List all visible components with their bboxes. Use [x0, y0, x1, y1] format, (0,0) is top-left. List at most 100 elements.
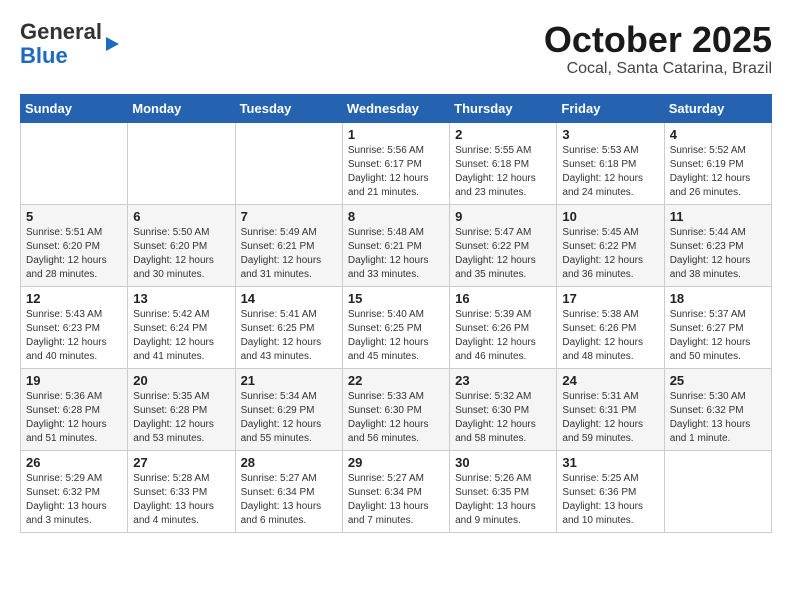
day-number: 15: [348, 291, 444, 306]
title-area: October 2025 Cocal, Santa Catarina, Braz…: [544, 20, 772, 78]
calendar-cell: 3 Sunrise: 5:53 AM Sunset: 6:18 PM Daylig…: [557, 122, 664, 204]
day-info: Sunrise: 5:35 AM Sunset: 6:28 PM Dayligh…: [133, 390, 229, 446]
day-info: Sunrise: 5:28 AM Sunset: 6:33 PM Dayligh…: [133, 472, 229, 528]
day-info: Sunrise: 5:34 AM Sunset: 6:29 PM Dayligh…: [241, 390, 337, 446]
day-info: Sunrise: 5:45 AM Sunset: 6:22 PM Dayligh…: [562, 226, 658, 282]
day-number: 16: [455, 291, 551, 306]
calendar-cell: 19 Sunrise: 5:36 AM Sunset: 6:28 PM Dayli…: [21, 368, 128, 450]
day-number: 9: [455, 209, 551, 224]
day-info: Sunrise: 5:27 AM Sunset: 6:34 PM Dayligh…: [348, 472, 444, 528]
day-info: Sunrise: 5:53 AM Sunset: 6:18 PM Dayligh…: [562, 144, 658, 200]
week-row-1: 1 Sunrise: 5:56 AM Sunset: 6:17 PM Daylig…: [21, 122, 772, 204]
calendar-cell: 12 Sunrise: 5:43 AM Sunset: 6:23 PM Dayli…: [21, 286, 128, 368]
day-number: 1: [348, 127, 444, 142]
calendar-cell: 29 Sunrise: 5:27 AM Sunset: 6:34 PM Dayli…: [342, 450, 449, 532]
day-number: 13: [133, 291, 229, 306]
day-number: 11: [670, 209, 766, 224]
calendar-cell: 26Sunrise: 5:29 AM Sunset: 6:32 PM Dayli…: [21, 450, 128, 532]
day-info: Sunrise: 5:29 AM Sunset: 6:32 PM Dayligh…: [26, 472, 122, 528]
day-number: 10: [562, 209, 658, 224]
day-number: 22: [348, 373, 444, 388]
day-number: 3: [562, 127, 658, 142]
calendar-cell: 18 Sunrise: 5:37 AM Sunset: 6:27 PM Dayli…: [664, 286, 771, 368]
day-info: Sunrise: 5:30 AM Sunset: 6:32 PM Dayligh…: [670, 390, 766, 446]
day-info: Sunrise: 5:44 AM Sunset: 6:23 PM Dayligh…: [670, 226, 766, 282]
week-row-5: 26Sunrise: 5:29 AM Sunset: 6:32 PM Dayli…: [21, 450, 772, 532]
day-number: 6: [133, 209, 229, 224]
weekday-header-wednesday: Wednesday: [342, 94, 449, 122]
calendar-cell: 30 Sunrise: 5:26 AM Sunset: 6:35 PM Dayli…: [450, 450, 557, 532]
day-number: 5: [26, 209, 122, 224]
logo-arrow-icon: [106, 37, 119, 51]
day-number: 29: [348, 455, 444, 470]
day-info: Sunrise: 5:41 AM Sunset: 6:25 PM Dayligh…: [241, 308, 337, 364]
calendar-cell: 2 Sunrise: 5:55 AM Sunset: 6:18 PM Daylig…: [450, 122, 557, 204]
calendar-cell: 24Sunrise: 5:31 AM Sunset: 6:31 PM Dayli…: [557, 368, 664, 450]
day-number: 19: [26, 373, 122, 388]
day-info: Sunrise: 5:56 AM Sunset: 6:17 PM Dayligh…: [348, 144, 444, 200]
header: General Blue October 2025 Cocal, Santa C…: [20, 20, 772, 78]
logo-blue: Blue: [20, 43, 68, 68]
week-row-2: 5 Sunrise: 5:51 AM Sunset: 6:20 PM Daylig…: [21, 204, 772, 286]
day-info: Sunrise: 5:47 AM Sunset: 6:22 PM Dayligh…: [455, 226, 551, 282]
day-info: Sunrise: 5:36 AM Sunset: 6:28 PM Dayligh…: [26, 390, 122, 446]
day-info: Sunrise: 5:26 AM Sunset: 6:35 PM Dayligh…: [455, 472, 551, 528]
calendar-cell: [128, 122, 235, 204]
calendar-cell: 13Sunrise: 5:42 AM Sunset: 6:24 PM Dayli…: [128, 286, 235, 368]
day-number: 7: [241, 209, 337, 224]
day-info: Sunrise: 5:37 AM Sunset: 6:27 PM Dayligh…: [670, 308, 766, 364]
week-row-4: 19 Sunrise: 5:36 AM Sunset: 6:28 PM Dayli…: [21, 368, 772, 450]
day-number: 14: [241, 291, 337, 306]
calendar: SundayMondayTuesdayWednesdayThursdayFrid…: [20, 94, 772, 533]
calendar-cell: 11 Sunrise: 5:44 AM Sunset: 6:23 PM Dayli…: [664, 204, 771, 286]
weekday-header-tuesday: Tuesday: [235, 94, 342, 122]
calendar-cell: [664, 450, 771, 532]
day-info: Sunrise: 5:39 AM Sunset: 6:26 PM Dayligh…: [455, 308, 551, 364]
calendar-cell: 8Sunrise: 5:48 AM Sunset: 6:21 PM Daylig…: [342, 204, 449, 286]
calendar-cell: 6 Sunrise: 5:50 AM Sunset: 6:20 PM Daylig…: [128, 204, 235, 286]
logo-general: General: [20, 19, 102, 44]
day-number: 4: [670, 127, 766, 142]
day-info: Sunrise: 5:55 AM Sunset: 6:18 PM Dayligh…: [455, 144, 551, 200]
day-info: Sunrise: 5:27 AM Sunset: 6:34 PM Dayligh…: [241, 472, 337, 528]
calendar-cell: 17 Sunrise: 5:38 AM Sunset: 6:26 PM Dayli…: [557, 286, 664, 368]
calendar-cell: 9 Sunrise: 5:47 AM Sunset: 6:22 PM Daylig…: [450, 204, 557, 286]
day-info: Sunrise: 5:49 AM Sunset: 6:21 PM Dayligh…: [241, 226, 337, 282]
day-info: Sunrise: 5:51 AM Sunset: 6:20 PM Dayligh…: [26, 226, 122, 282]
day-number: 18: [670, 291, 766, 306]
day-number: 31: [562, 455, 658, 470]
day-number: 12: [26, 291, 122, 306]
day-info: Sunrise: 5:38 AM Sunset: 6:26 PM Dayligh…: [562, 308, 658, 364]
weekday-header-row: SundayMondayTuesdayWednesdayThursdayFrid…: [21, 94, 772, 122]
calendar-cell: 7 Sunrise: 5:49 AM Sunset: 6:21 PM Daylig…: [235, 204, 342, 286]
day-info: Sunrise: 5:50 AM Sunset: 6:20 PM Dayligh…: [133, 226, 229, 282]
day-number: 8: [348, 209, 444, 224]
day-number: 30: [455, 455, 551, 470]
calendar-cell: 4 Sunrise: 5:52 AM Sunset: 6:19 PM Daylig…: [664, 122, 771, 204]
location-title: Cocal, Santa Catarina, Brazil: [544, 60, 772, 78]
calendar-cell: 22 Sunrise: 5:33 AM Sunset: 6:30 PM Dayli…: [342, 368, 449, 450]
calendar-cell: 10 Sunrise: 5:45 AM Sunset: 6:22 PM Dayli…: [557, 204, 664, 286]
day-number: 17: [562, 291, 658, 306]
calendar-cell: 20Sunrise: 5:35 AM Sunset: 6:28 PM Dayli…: [128, 368, 235, 450]
day-info: Sunrise: 5:52 AM Sunset: 6:19 PM Dayligh…: [670, 144, 766, 200]
day-info: Sunrise: 5:40 AM Sunset: 6:25 PM Dayligh…: [348, 308, 444, 364]
calendar-cell: [235, 122, 342, 204]
weekday-header-sunday: Sunday: [21, 94, 128, 122]
calendar-cell: 1 Sunrise: 5:56 AM Sunset: 6:17 PM Daylig…: [342, 122, 449, 204]
calendar-cell: 25Sunrise: 5:30 AM Sunset: 6:32 PM Dayli…: [664, 368, 771, 450]
logo: General Blue: [20, 20, 119, 68]
weekday-header-friday: Friday: [557, 94, 664, 122]
day-number: 2: [455, 127, 551, 142]
day-info: Sunrise: 5:33 AM Sunset: 6:30 PM Dayligh…: [348, 390, 444, 446]
day-number: 28: [241, 455, 337, 470]
calendar-cell: [21, 122, 128, 204]
week-row-3: 12 Sunrise: 5:43 AM Sunset: 6:23 PM Dayli…: [21, 286, 772, 368]
calendar-cell: 28 Sunrise: 5:27 AM Sunset: 6:34 PM Dayli…: [235, 450, 342, 532]
calendar-cell: 16 Sunrise: 5:39 AM Sunset: 6:26 PM Dayli…: [450, 286, 557, 368]
day-info: Sunrise: 5:25 AM Sunset: 6:36 PM Dayligh…: [562, 472, 658, 528]
day-info: Sunrise: 5:43 AM Sunset: 6:23 PM Dayligh…: [26, 308, 122, 364]
calendar-cell: 21Sunrise: 5:34 AM Sunset: 6:29 PM Dayli…: [235, 368, 342, 450]
day-number: 24: [562, 373, 658, 388]
calendar-cell: 15 Sunrise: 5:40 AM Sunset: 6:25 PM Dayli…: [342, 286, 449, 368]
